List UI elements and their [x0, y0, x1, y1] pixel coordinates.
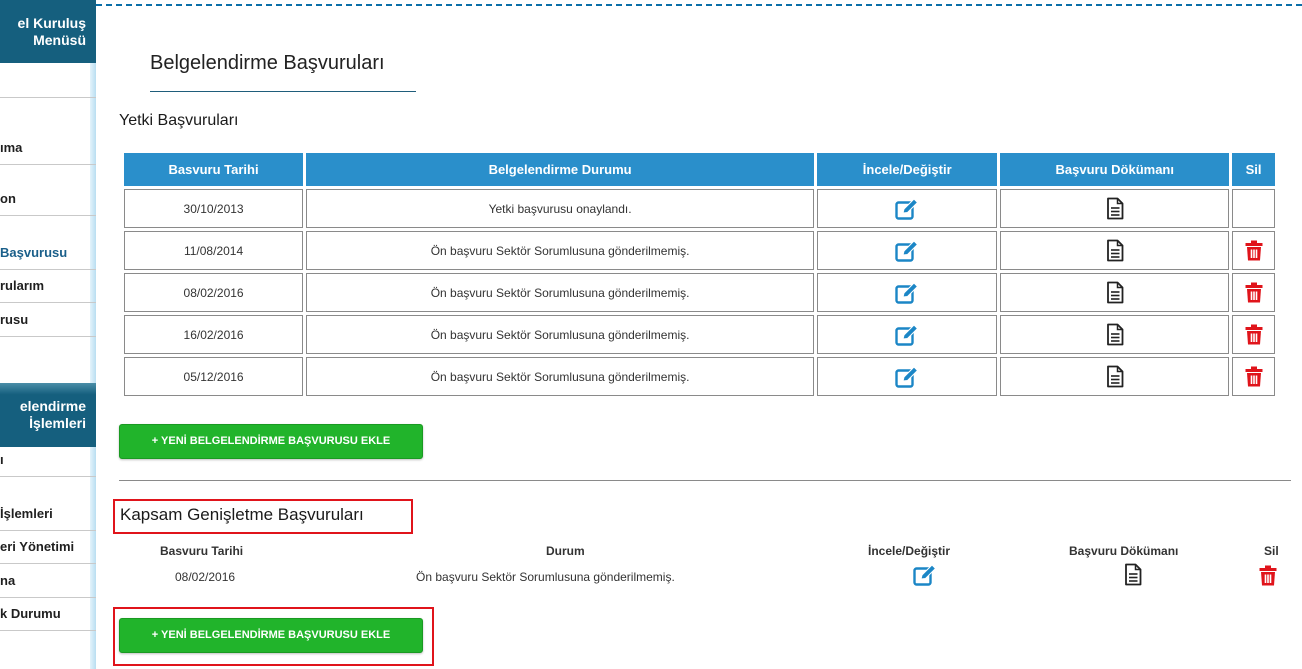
page-title: Belgelendirme Başvuruları — [150, 52, 385, 74]
cell-date: 16/02/2016 — [124, 315, 304, 354]
kapsam-header-delete: Sil — [1264, 544, 1279, 558]
add-kapsam-button[interactable]: + YENİ BELGELENDİRME BAŞVURUSU EKLE — [119, 618, 423, 653]
cell-status: Ön başvuru Sektör Sorumlusuna gönderilme… — [306, 273, 815, 312]
cell-status: Yetki başvurusu onaylandı. — [306, 189, 815, 228]
sidebar-item-rularim[interactable]: rularım — [0, 269, 96, 303]
section-divider — [119, 480, 1291, 481]
sidebar-item-2[interactable]: on — [0, 182, 96, 216]
sidebar-item-islemleri[interactable]: İşlemleri — [0, 497, 96, 531]
document-icon[interactable] — [1106, 365, 1124, 388]
cell-document — [1000, 189, 1230, 228]
cell-document — [1000, 273, 1230, 312]
edit-icon[interactable] — [895, 323, 919, 346]
sidebar-item-1[interactable]: ıma — [0, 131, 96, 165]
edit-icon[interactable] — [895, 365, 919, 388]
trash-icon[interactable] — [1245, 282, 1263, 303]
cell-delete — [1232, 357, 1275, 396]
sidebar-header-line1: el Kuruluş — [17, 14, 86, 31]
col-header-status: Belgelendirme Durumu — [306, 153, 815, 186]
sidebar-item-durumu[interactable]: k Durumu — [0, 597, 96, 631]
sidebar-item-b1[interactable]: ı — [0, 443, 96, 477]
document-icon[interactable] — [1106, 323, 1124, 346]
cell-document — [1000, 315, 1230, 354]
col-header-doc: Başvuru Dökümanı — [1000, 153, 1230, 186]
edit-icon[interactable] — [895, 197, 919, 220]
cell-delete — [1232, 273, 1275, 312]
page-title-rule — [150, 91, 416, 92]
kapsam-row-status: Ön başvuru Sektör Sorumlusuna gönderilme… — [416, 570, 675, 584]
sidebar-divider — [0, 97, 96, 98]
add-application-button[interactable]: + YENİ BELGELENDİRME BAŞVURUSU EKLE — [119, 424, 423, 459]
yetki-table: Basvuru Tarihi Belgelendirme Durumu İnce… — [121, 150, 1278, 399]
sidebar-header-line2: Menüsü — [33, 31, 86, 48]
kapsam-row-date: 08/02/2016 — [175, 570, 236, 584]
trash-icon[interactable] — [1245, 324, 1263, 345]
kapsam-section-title: Kapsam Genişletme Başvuruları — [120, 505, 364, 524]
document-icon[interactable] — [1106, 239, 1124, 262]
sidebar-item-rusu[interactable]: rusu — [0, 303, 96, 337]
cell-delete — [1232, 315, 1275, 354]
sidebar-item-basvurusu[interactable]: Başvurusu — [0, 236, 96, 270]
col-header-edit: İncele/Değiştir — [817, 153, 998, 186]
edit-icon[interactable] — [895, 281, 919, 304]
sidebar-item-na[interactable]: na — [0, 564, 96, 598]
table-row: 30/10/2013 Yetki başvurusu onaylandı. — [124, 189, 1275, 228]
yetki-section-title: Yetki Başvuruları — [119, 112, 239, 129]
trash-icon[interactable] — [1245, 240, 1263, 261]
col-header-date: Basvuru Tarihi — [124, 153, 304, 186]
sidebar-header2-line1: elendirme — [19, 398, 86, 414]
cell-date: 08/02/2016 — [124, 273, 304, 312]
cell-edit — [817, 189, 998, 228]
cell-date: 11/08/2014 — [124, 231, 304, 270]
table-row: 05/12/2016 Ön başvuru Sektör Sorumlusuna … — [124, 357, 1275, 396]
edit-icon[interactable] — [895, 239, 919, 262]
sidebar-header2-line2: İşlemleri — [29, 415, 86, 431]
yetki-table-header: Basvuru Tarihi Belgelendirme Durumu İnce… — [124, 153, 1275, 186]
cell-document — [1000, 357, 1230, 396]
sidebar-header-kurulus: el Kuruluş Menüsü — [0, 0, 96, 63]
sidebar-item-yonetimi[interactable]: eri Yönetimi — [0, 530, 96, 564]
cell-date: 05/12/2016 — [124, 357, 304, 396]
cell-delete — [1232, 231, 1275, 270]
kapsam-header-edit: İncele/Değiştir — [868, 544, 951, 558]
cell-edit — [817, 231, 998, 270]
col-header-delete: Sil — [1232, 153, 1275, 186]
cell-status: Ön başvuru Sektör Sorumlusuna gönderilme… — [306, 231, 815, 270]
cell-edit — [817, 273, 998, 312]
cell-status: Ön başvuru Sektör Sorumlusuna gönderilme… — [306, 357, 815, 396]
kapsam-document-icon[interactable] — [1124, 563, 1142, 586]
table-row: 16/02/2016 Ön başvuru Sektör Sorumlusuna … — [124, 315, 1275, 354]
top-dashed-rule — [96, 4, 1302, 6]
cell-edit — [817, 357, 998, 396]
sidebar: el Kuruluş Menüsü ıma on Başvurusu rular… — [0, 0, 96, 669]
kapsam-trash-icon[interactable] — [1259, 565, 1277, 586]
kapsam-header-status: Durum — [546, 544, 585, 558]
cell-delete — [1232, 189, 1275, 228]
sidebar-header-belgelendirme: elendirme İşlemleri — [0, 383, 96, 447]
document-icon[interactable] — [1106, 197, 1124, 220]
kapsam-edit-icon[interactable] — [913, 564, 937, 586]
trash-icon[interactable] — [1245, 366, 1263, 387]
table-row: 08/02/2016 Ön başvuru Sektör Sorumlusuna … — [124, 273, 1275, 312]
cell-edit — [817, 315, 998, 354]
cell-status: Ön başvuru Sektör Sorumlusuna gönderilme… — [306, 315, 815, 354]
cell-document — [1000, 231, 1230, 270]
document-icon[interactable] — [1106, 281, 1124, 304]
table-row: 11/08/2014 Ön başvuru Sektör Sorumlusuna … — [124, 231, 1275, 270]
kapsam-header-date: Basvuru Tarihi — [160, 544, 244, 558]
kapsam-header-doc: Başvuru Dökümanı — [1069, 544, 1179, 558]
cell-date: 30/10/2013 — [124, 189, 304, 228]
